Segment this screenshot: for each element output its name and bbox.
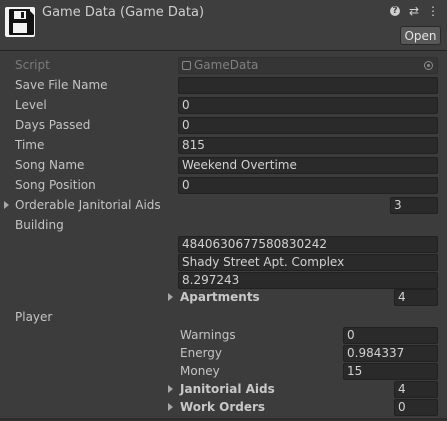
money-label: Money [180,364,220,378]
player-label: Player [15,310,53,324]
script-value: GameData [194,58,259,72]
level-input[interactable]: 0 [178,97,438,114]
days-passed-label: Days Passed [15,118,91,132]
orderable-aids-label[interactable]: Orderable Janitorial Aids [15,198,161,212]
object-picker-icon [424,61,433,70]
kebab-menu-icon[interactable]: ⋮ [427,5,439,17]
orderable-aids-foldout-arrow-icon[interactable] [4,201,9,209]
apartments-size-input[interactable]: 4 [394,289,438,306]
apartments-label[interactable]: Apartments [180,290,260,304]
song-position-label: Song Position [15,178,96,192]
header-icons: ? ⇄ ⋮ [389,5,439,17]
janitorial-aids-foldout-arrow-icon[interactable] [168,385,173,393]
building-value-input[interactable]: 8.297243 [178,272,438,289]
energy-label: Energy [180,346,223,360]
song-name-input[interactable]: Weekend Overtime [178,157,438,174]
money-input[interactable]: 15 [343,363,438,380]
script-label: Script [15,58,50,72]
help-icon[interactable]: ? [389,5,401,17]
work-orders-size-input[interactable]: 0 [394,399,438,416]
warnings-label: Warnings [180,328,236,342]
janitorial-aids-label[interactable]: Janitorial Aids [180,382,275,396]
open-button[interactable]: Open [400,26,441,45]
script-asset-icon [182,61,191,70]
days-passed-input[interactable]: 0 [178,117,438,134]
building-name-input[interactable]: Shady Street Apt. Complex [178,254,438,271]
orderable-aids-size-input[interactable]: 3 [390,197,438,214]
header-divider [0,50,447,51]
work-orders-label[interactable]: Work Orders [180,400,265,414]
song-name-label: Song Name [15,158,85,172]
building-label: Building [15,218,64,232]
apartments-foldout-arrow-icon[interactable] [168,293,173,301]
save-file-name-input[interactable] [178,77,438,94]
save-file-name-label: Save File Name [15,78,108,92]
script-field: GameData [178,57,438,74]
floppy-disk-icon [5,7,35,37]
preset-settings-icon[interactable]: ⇄ [408,5,420,17]
inspector-header: Game Data (Game Data) ? ⇄ ⋮ Open [0,0,447,50]
janitorial-aids-size-input[interactable]: 4 [394,381,438,398]
song-position-input[interactable]: 0 [178,177,438,194]
work-orders-foldout-arrow-icon[interactable] [168,403,173,411]
building-id-input[interactable]: 4840630677580830242 [178,236,438,253]
level-label: Level [15,98,47,112]
time-label: Time [15,138,45,152]
inspector-title: Game Data (Game Data) [42,5,205,20]
energy-input[interactable]: 0.984337 [343,345,438,362]
time-input[interactable]: 815 [178,137,438,154]
warnings-input[interactable]: 0 [343,327,438,344]
